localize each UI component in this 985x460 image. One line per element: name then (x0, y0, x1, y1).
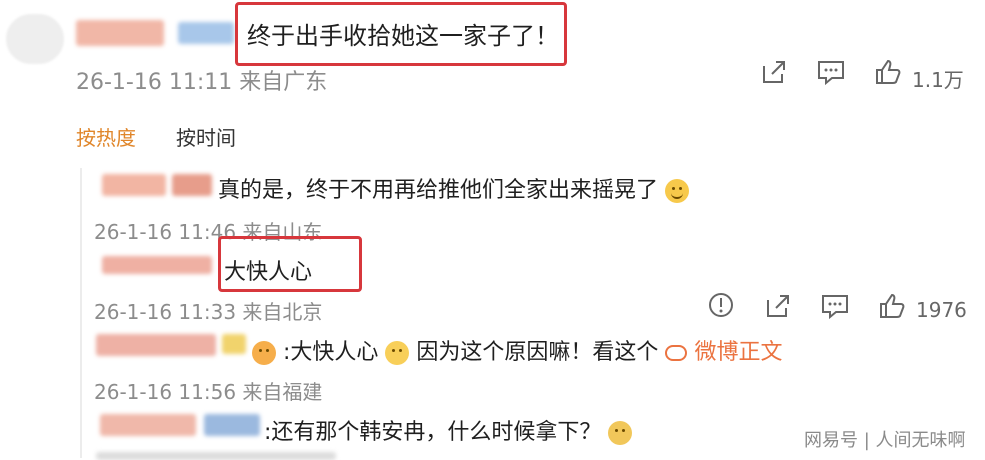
comment-2-like-button[interactable] (878, 292, 906, 320)
comment-2-meta: 26-1-16 11:33 来自北京 (94, 300, 323, 324)
comment-2-username-blurred[interactable] (102, 256, 212, 274)
comment-2-like-count: 1976 (916, 298, 967, 322)
like-icon (874, 58, 902, 86)
comment-3-badge-blurred (222, 334, 246, 354)
post-username-tag-blurred (178, 22, 234, 44)
watermark-separator: | (863, 430, 876, 451)
comment-2-share-button[interactable] (764, 292, 792, 320)
share-icon (760, 58, 788, 86)
like-icon (878, 292, 906, 320)
comment-1-text: 真的是，终于不用再给推他们全家出来摇晃了 (218, 172, 690, 204)
comment-4-body: :还有那个韩安冉，什么时候拿下？ (264, 420, 602, 445)
emoji-cat-1 (252, 341, 276, 365)
comment-4-username-blurred[interactable] (100, 414, 196, 436)
comment-4-badge-blurred (204, 414, 260, 436)
comment-3-username-blurred[interactable] (96, 334, 216, 356)
comment-2-comment-button[interactable] (820, 292, 850, 320)
comment-2-text: 大快人心 (224, 260, 313, 285)
tab-time[interactable]: 按时间 (176, 122, 236, 151)
comment-3-middle: 因为这个原因嘛！看这个 (416, 340, 659, 365)
emoji-smile (665, 179, 690, 203)
post-like-count: 1.1万 (912, 68, 964, 92)
comment-3-meta: 26-1-16 11:56 来自福建 (94, 380, 323, 404)
comment-3-prefix: :大快人心 (283, 340, 379, 365)
weibo-post-link[interactable]: 微博正文 (694, 340, 782, 365)
emoji-cat (608, 421, 633, 445)
watermark: 网易号 | 人间无味啊 (804, 426, 966, 452)
post-share-button[interactable] (760, 58, 788, 86)
share-icon (764, 292, 792, 320)
report-icon (708, 292, 734, 318)
post-comment-button[interactable] (816, 58, 846, 86)
tab-hot[interactable]: 按热度 (76, 122, 136, 151)
post-text: 终于出手收拾她这一家子了！ (247, 22, 559, 50)
post-like-button[interactable] (874, 58, 902, 86)
watermark-author: 人间无味啊 (875, 430, 966, 451)
thread-divider (80, 168, 82, 458)
comment-1-text-body: 真的是，终于不用再给推他们全家出来摇晃了 (218, 178, 659, 203)
comment-2-report-button[interactable] (708, 292, 734, 318)
emoji-cry (385, 341, 410, 365)
comment-icon (820, 292, 850, 320)
comment-1-username-blurred-2 (172, 174, 212, 196)
comment-icon (816, 58, 846, 86)
comment-3-text: :大快人心 因为这个原因嘛！看这个 微博正文 (252, 334, 782, 366)
comment-4-text: :还有那个韩安冉，什么时候拿下？ (264, 414, 633, 446)
comment-1-username-blurred[interactable] (102, 174, 166, 196)
post-username-blurred[interactable] (76, 20, 164, 46)
link-icon (665, 345, 688, 361)
watermark-brand: 网易号 (804, 430, 858, 451)
post-meta: 26-1-16 11:11 来自广东 (76, 70, 328, 95)
post-avatar[interactable] (6, 14, 64, 64)
